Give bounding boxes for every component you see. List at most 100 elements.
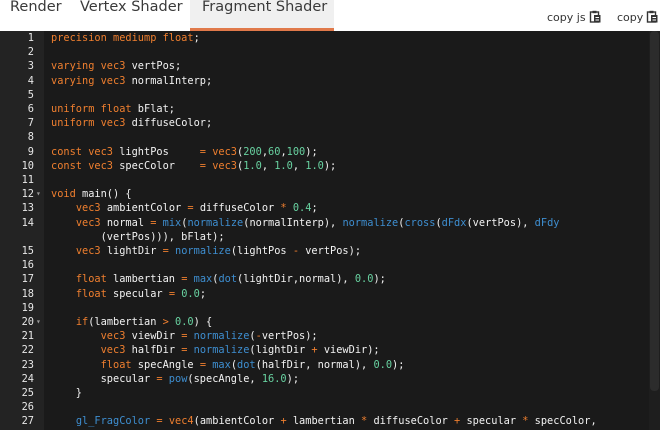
code-token: normalInterp; [125,74,213,87]
code-token: (lightPos [230,245,293,257]
code-token: varying vec3 [51,60,126,73]
clipboard-icon [646,10,658,28]
code-token: diffuseColor; [125,117,213,130]
code-text: specular = pow(specAngle, 16.0); [51,372,299,386]
code-token: dFdx [441,216,467,229]
code-token: } [51,387,82,399]
line-number: 11 [21,174,34,186]
code-token: dFdy [534,216,560,229]
code-token: vec3 [100,344,126,357]
code-token: const vec3 [51,145,113,158]
code-token: bFlat; [131,103,175,115]
line-number: 19 [21,301,34,314]
code-text: const vec3 specColor = vec3(1.0, 1.0, 1.… [51,159,336,173]
code-token: vec3 [212,159,238,172]
code-text: vec3 lightDir = normalize(lightPos - ver… [51,244,361,258]
code-token: ); [373,273,386,286]
code-text: void main() { [51,187,132,201]
fold-arrow-icon[interactable]: ▾ [36,315,41,329]
tab-bar: Render Vertex Shader Fragment Shader cop… [0,0,660,31]
line-number: 24 [21,372,34,385]
code-text: const vec3 lightPos = vec3(200,60,100); [51,145,318,159]
code-token: (vertPos), [466,216,535,229]
code-token: 200 [243,145,262,158]
code-token: (vertPos))), bFlat); [51,230,225,243]
line-number: 18 [21,287,34,300]
code-token: normalize [187,216,244,229]
line-number: 20 [21,316,34,328]
code-token: viewDir); [317,344,380,357]
code-token: if [75,316,89,328]
clipboard-icon [589,10,601,28]
code-token: ) { [193,316,213,328]
code-text: (vertPos))), bFlat); [51,230,225,244]
code-token: (lightDir [249,344,312,357]
copy-js-label: copy js [547,11,586,24]
code-token: normalize [342,216,399,229]
code-token: vec4 [168,415,194,428]
copy-button[interactable]: copy [617,10,658,26]
copy-label: copy [617,11,644,24]
code-token: normalize [193,344,250,357]
code-token: vec3 [212,145,238,158]
code-token: normalize [175,245,231,257]
code-token: ambientColor [100,202,188,215]
line-number: 3 [27,60,34,73]
code-token: specColor, [528,415,597,428]
line-number: 13 [21,202,34,215]
code-text: vec3 normal = mix(normalize(normalInterp… [51,216,560,230]
vertical-scrollbar[interactable] [649,31,660,430]
code-token: specAngle [131,358,200,371]
line-number: 16 [21,259,34,272]
code-text: vec3 halfDir = normalize(lightDir + view… [51,343,380,357]
code-token: , [261,159,275,172]
line-number: 10 [21,159,34,172]
line-number: 23 [21,358,34,371]
fold-arrow-icon[interactable]: ▾ [36,187,41,201]
code-token: ; [193,32,200,44]
code-token: dot [218,273,238,286]
code-text: varying vec3 vertPos; [51,59,181,73]
code-token: 16.0 [261,372,287,385]
copy-js-button[interactable]: copy js [547,10,601,26]
code-token: vertPos); [299,245,362,257]
code-token: max [212,358,231,371]
line-number: 17 [21,273,34,286]
code-token: diffuseColor [367,415,455,428]
scrollbar-thumb[interactable] [650,31,659,391]
code-token: varying vec3 [51,74,126,87]
code-token: gl_FragColor [75,415,151,428]
code-token: ); [392,358,405,371]
code-text: varying vec3 normalInterp; [51,74,212,88]
code-token: 1.0 [274,159,293,172]
code-text: if(lambertian > 0.0) { [51,315,212,329]
code-token: specColor [113,159,200,172]
code-token: normalize [193,330,250,343]
code-token: ); [323,159,337,172]
code-token: vec3 [75,216,101,229]
code-token: lightDir [100,245,163,257]
tab-fragment-shader[interactable]: Fragment Shader [190,0,334,31]
code-token: ; [311,202,318,215]
code-token: mix [162,216,182,229]
code-token: vec3 [75,202,101,215]
code-token: lambertian [106,273,182,286]
tab-vertex-shader[interactable]: Vertex Shader [80,0,183,31]
code-token: float [75,273,107,286]
code-editor[interactable]: 1 precision mediump float; 2 3 varying vec3 … [0,31,660,430]
code-token: (lightDir,normal), [237,273,355,286]
code-token: (lambertian [88,316,163,328]
code-token: float [75,287,107,300]
code-token: ); [305,145,318,158]
code-token: diffuseColor [193,202,281,215]
code-token: vertPos); [261,330,318,343]
code-token: ); [286,372,300,385]
tab-render[interactable]: Render [10,0,62,31]
code-token: uniform float [51,103,132,115]
